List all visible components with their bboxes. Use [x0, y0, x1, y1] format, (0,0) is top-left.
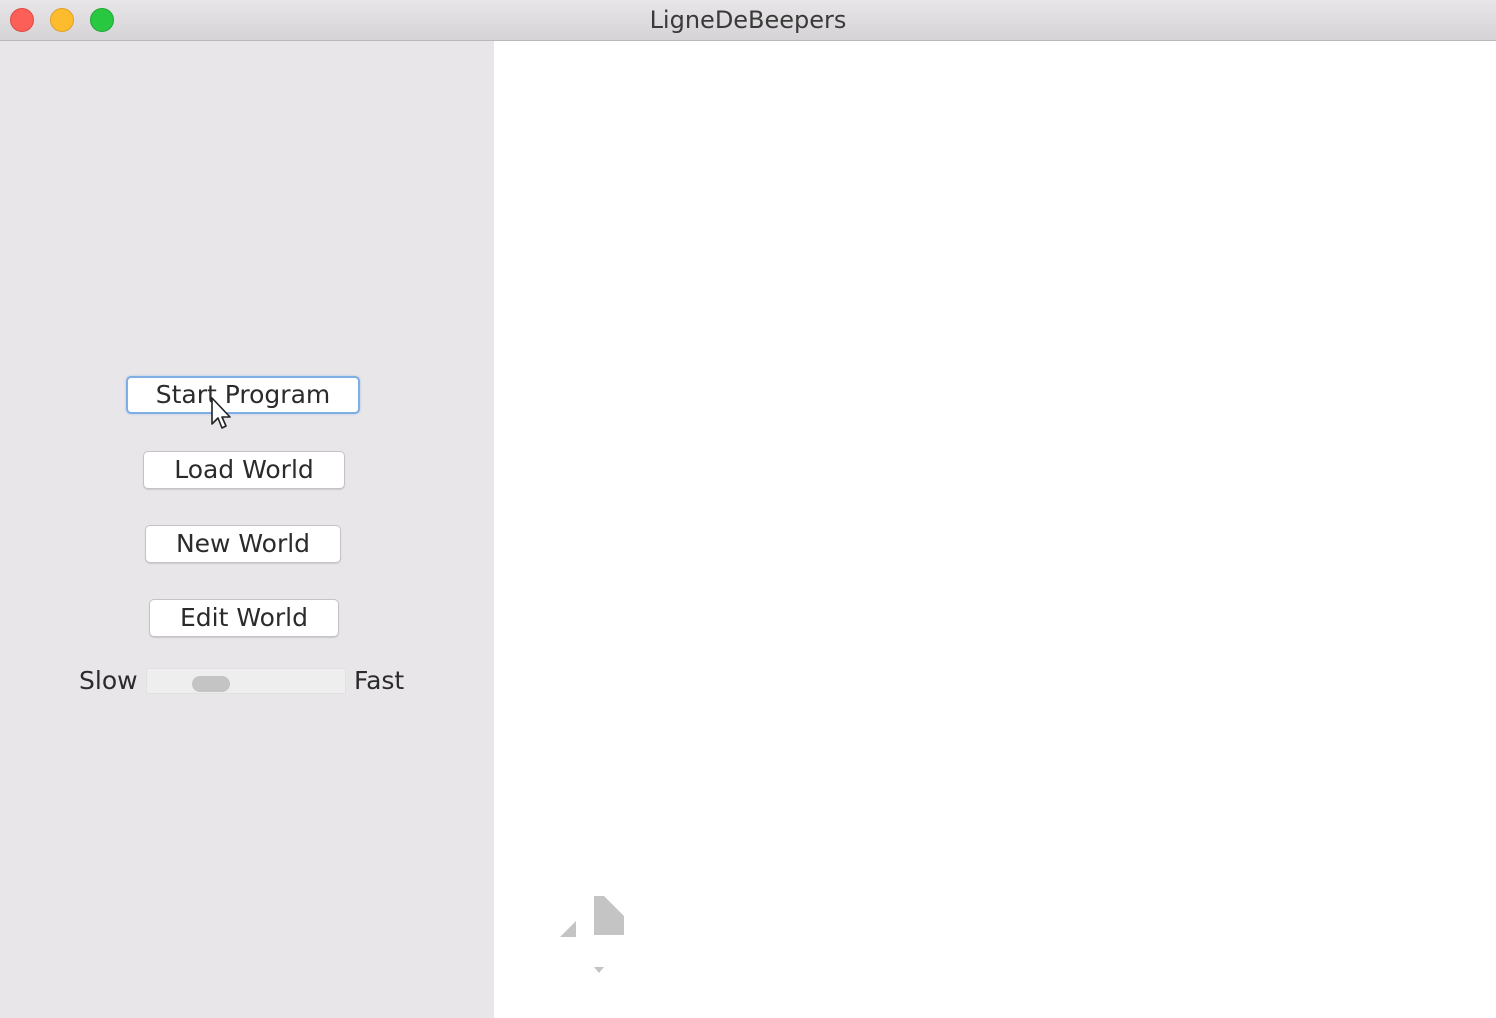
speed-fast-label: Fast [354, 666, 405, 695]
load-world-button[interactable]: Load World [143, 451, 345, 489]
app-window: LigneDeBeepers Start Program Load World … [0, 0, 1496, 1018]
karel-robot-icon [560, 896, 624, 973]
control-panel: Start Program Load World New World Edit … [0, 41, 494, 1018]
speed-slow-label: Slow [79, 666, 138, 695]
start-program-button[interactable]: Start Program [126, 376, 360, 414]
speed-slider[interactable] [146, 668, 346, 694]
title-bar[interactable]: LigneDeBeepers [0, 0, 1496, 41]
window-title: LigneDeBeepers [649, 6, 847, 34]
edit-world-button[interactable]: Edit World [149, 599, 339, 637]
speed-slider-knob[interactable] [192, 676, 230, 692]
world-canvas[interactable] [494, 41, 1496, 1018]
mouse-pointer-icon [211, 397, 231, 429]
new-world-button[interactable]: New World [145, 525, 341, 563]
